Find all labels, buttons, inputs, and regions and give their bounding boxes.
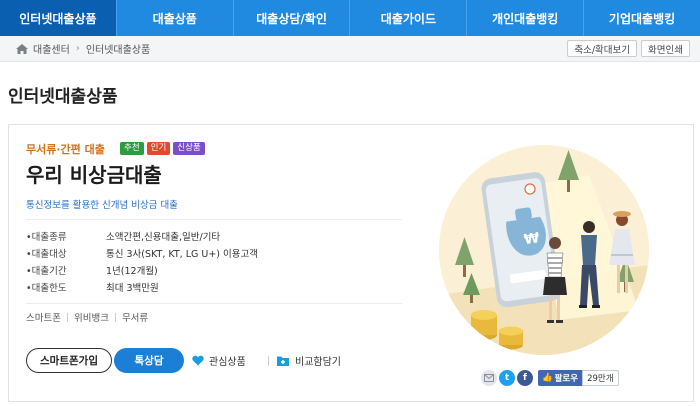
link-separator (268, 355, 269, 366)
spec-row: •대출한도 최대 3백만원 (26, 280, 406, 294)
spec-label: •대출한도 (26, 283, 67, 294)
tag-list: 스마트폰 위비뱅크 무서류 (26, 310, 148, 324)
tab-corporate-loan-banking[interactable]: 기업대출뱅킹 (583, 0, 700, 36)
divider (26, 303, 402, 304)
svg-text:₩: ₩ (523, 230, 541, 248)
tab-loan-consult[interactable]: 대출상담/확인 (232, 0, 350, 36)
divider (26, 219, 402, 220)
mail-icon[interactable] (481, 370, 497, 386)
tab-loan-guide[interactable]: 대출가이드 (349, 0, 466, 36)
spec-row: •대출종류 소액간편,신용대출,일반/기타 (26, 229, 406, 243)
page-title: 인터넷대출상품 (8, 87, 118, 107)
badge-recommended: 추천 (120, 142, 144, 155)
facebook-follow-button[interactable]: 👍 팔로우 29만개 (538, 370, 619, 386)
page-tools: 축소/확대보기 화면인쇄 (567, 40, 690, 57)
zoom-button[interactable]: 축소/확대보기 (567, 40, 638, 57)
breadcrumb: 대출센터 › 인터넷대출상품 축소/확대보기 화면인쇄 (0, 36, 700, 62)
mobile-apply-button[interactable]: 스마트폰가입 (26, 348, 112, 373)
tag-item: 무서류 (121, 313, 149, 324)
product-card: 무서류·간편 대출 추천 인기 신상품 우리 비상금대출 통신정보를 활용한 신… (8, 124, 694, 402)
compare-label: 비교함담기 (295, 357, 341, 368)
badge-new: 신상품 (173, 142, 205, 155)
tag-item: 스마트폰 (26, 313, 61, 324)
spec-label: •대출종류 (26, 232, 67, 243)
product-description: 통신정보를 활용한 신개념 비상금 대출 (26, 200, 178, 211)
folder-plus-icon (277, 356, 289, 366)
social-share: t f 👍 팔로우 29만개 (481, 370, 619, 386)
print-button[interactable]: 화면인쇄 (641, 40, 690, 57)
twitter-icon[interactable]: t (499, 370, 515, 386)
tag-separator (114, 312, 116, 322)
spec-row: •대출대상 통신 3사(SKT, KT, LG U+) 이용고객 (26, 246, 406, 260)
badge-group: 추천 인기 신상품 (120, 142, 205, 155)
tag-separator (66, 312, 68, 322)
follow-count: 29만개 (582, 370, 619, 386)
spec-row: •대출기간 1년(12개월) (26, 263, 406, 277)
heart-icon (192, 355, 204, 366)
follow-text: 팔로우 (554, 374, 579, 384)
product-name[interactable]: 우리 비상금대출 (26, 159, 162, 188)
spec-label: •대출대상 (26, 249, 67, 260)
product-illustration: ₩ (439, 145, 649, 355)
follow-label: 👍 팔로우 (538, 370, 583, 386)
spec-value: 1년(12개월) (106, 266, 158, 277)
breadcrumb-current: 인터넷대출상품 (85, 45, 151, 56)
talk-consult-button[interactable]: 톡상담 (114, 348, 184, 373)
home-icon[interactable] (16, 43, 28, 54)
breadcrumb-root[interactable]: 대출센터 (33, 41, 70, 56)
facebook-icon[interactable]: f (517, 370, 533, 386)
spec-value: 소액간편,신용대출,일반/기타 (106, 232, 221, 243)
spec-label: •대출기간 (26, 266, 67, 277)
tab-personal-loan-banking[interactable]: 개인대출뱅킹 (466, 0, 583, 36)
chevron-right-icon: › (75, 43, 80, 54)
add-compare-button[interactable]: 비교함담기 (268, 353, 341, 368)
top-nav: 인터넷대출상품 대출상품 대출상담/확인 대출가이드 개인대출뱅킹 기업대출뱅킹 (0, 0, 700, 36)
product-category: 무서류·간편 대출 (26, 143, 105, 156)
add-favorite-button[interactable]: 관심상품 (192, 353, 246, 368)
favorite-label: 관심상품 (209, 357, 246, 368)
tab-internet-loan-products[interactable]: 인터넷대출상품 (0, 0, 116, 36)
spec-value: 통신 3사(SKT, KT, LG U+) 이용고객 (106, 249, 258, 260)
thumbs-up-icon: 👍 (542, 373, 553, 383)
badge-popular: 인기 (146, 142, 171, 155)
spec-value: 최대 3백만원 (106, 283, 159, 294)
tab-loan-products[interactable]: 대출상품 (115, 0, 233, 36)
tag-item: 위비뱅크 (73, 313, 109, 324)
